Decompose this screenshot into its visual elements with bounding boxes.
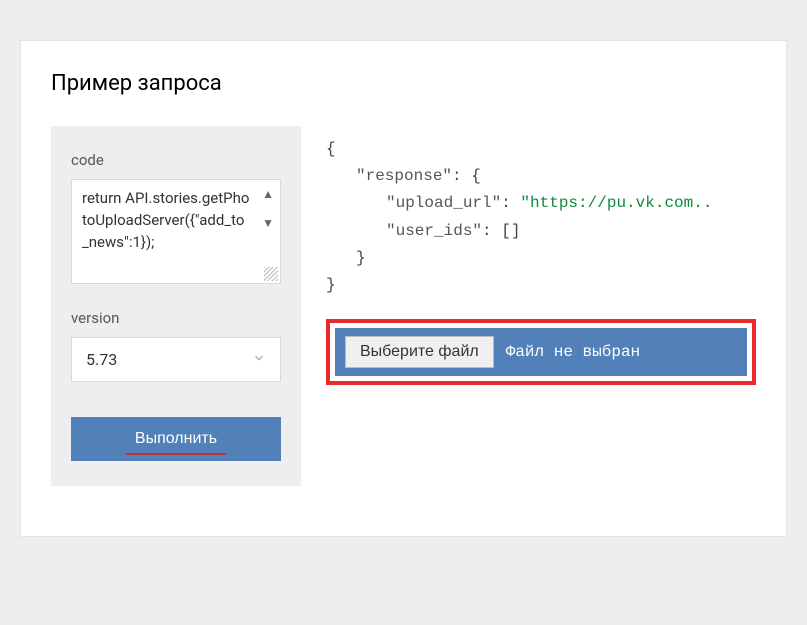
version-select[interactable]: 5.73 <box>71 337 281 382</box>
version-label: version <box>71 309 281 327</box>
file-picker-bar: Выберите файл Файл не выбран <box>335 328 747 376</box>
scroll-down-icon: ▼ <box>262 215 274 232</box>
code-input[interactable]: return API.stories.getPhotoUploadServer(… <box>71 179 281 284</box>
resize-grip-icon[interactable] <box>264 267 278 281</box>
scroll-up-icon: ▲ <box>262 186 274 203</box>
file-picker-highlight: Выберите файл Файл не выбран <box>326 319 756 385</box>
chevron-down-icon <box>252 350 266 369</box>
response-panel: { "response": { "upload_url": "https://p… <box>326 126 756 486</box>
version-value: 5.73 <box>86 350 117 369</box>
code-label: code <box>71 151 281 169</box>
json-line: } <box>326 245 756 272</box>
json-line: "upload_url": "https://pu.vk.com.. <box>326 190 756 217</box>
textarea-scrollbar[interactable]: ▲ ▼ <box>262 186 274 233</box>
file-status-label: Файл не выбран <box>506 339 640 366</box>
json-line: "user_ids": [] <box>326 218 756 245</box>
execute-button-label: Выполнить <box>135 430 217 447</box>
code-text: return API.stories.getPhotoUploadServer(… <box>82 188 250 253</box>
example-request-card: Пример запроса code return API.stories.g… <box>20 40 787 537</box>
execute-button[interactable]: Выполнить <box>71 417 281 461</box>
json-line: { <box>326 136 756 163</box>
page-title: Пример запроса <box>51 71 756 96</box>
request-form-panel: code return API.stories.getPhotoUploadSe… <box>51 126 301 486</box>
choose-file-button[interactable]: Выберите файл <box>345 336 494 368</box>
highlight-underline <box>126 453 226 455</box>
json-line: } <box>326 272 756 299</box>
content-row: code return API.stories.getPhotoUploadSe… <box>51 126 756 486</box>
json-line: "response": { <box>326 163 756 190</box>
